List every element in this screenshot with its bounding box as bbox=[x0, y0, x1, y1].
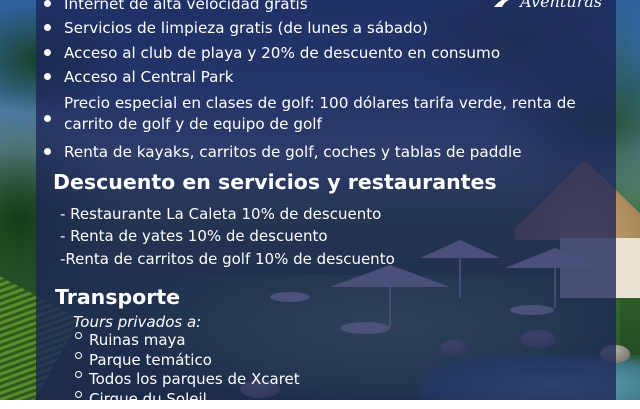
circle-bullet-icon bbox=[75, 332, 82, 339]
discounts-heading: Descuento en servicios y restaurantes bbox=[53, 170, 497, 194]
circle-bullet-icon bbox=[75, 371, 82, 378]
list-item: Acceso al Central Park bbox=[40, 65, 600, 89]
list-item: Renta de kayaks, carritos de golf, coche… bbox=[40, 140, 600, 164]
amenities-list: Internet de alta velocidad gratis Servic… bbox=[40, 0, 600, 164]
transport-heading: Transporte bbox=[55, 285, 180, 309]
list-item: Servicios de limpieza gratis (de lunes a… bbox=[40, 16, 600, 40]
list-item: Precio especial en clases de golf: 100 d… bbox=[40, 93, 600, 135]
bullet-icon bbox=[44, 73, 51, 80]
list-item: -Renta de carritos de golf 10% de descue… bbox=[60, 248, 395, 270]
list-item: - Restaurante La Caleta 10% de descuento bbox=[60, 203, 395, 225]
list-item: Internet de alta velocidad gratis bbox=[40, 0, 600, 16]
circle-bullet-icon bbox=[75, 352, 82, 359]
tours-label: Tours privados a: bbox=[73, 313, 201, 331]
list-item: Cirque du Soleil bbox=[75, 390, 300, 409]
bullet-icon bbox=[44, 49, 51, 56]
list-item: Parque temático bbox=[75, 351, 300, 371]
discounts-list: - Restaurante La Caleta 10% de descuento… bbox=[60, 203, 395, 270]
list-item: Acceso al club de playa y 20% de descuen… bbox=[40, 41, 600, 65]
bullet-icon bbox=[44, 0, 51, 7]
list-item: - Renta de yates 10% de descuento bbox=[60, 225, 395, 247]
tours-list: Ruinas maya Parque temático Todos los pa… bbox=[75, 331, 300, 409]
list-item: Todos los parques de Xcaret bbox=[75, 370, 300, 390]
bullet-icon bbox=[44, 24, 51, 31]
list-item: Ruinas maya bbox=[75, 331, 300, 351]
bullet-icon bbox=[44, 148, 51, 155]
bullet-icon bbox=[44, 115, 51, 122]
circle-bullet-icon bbox=[75, 391, 82, 398]
